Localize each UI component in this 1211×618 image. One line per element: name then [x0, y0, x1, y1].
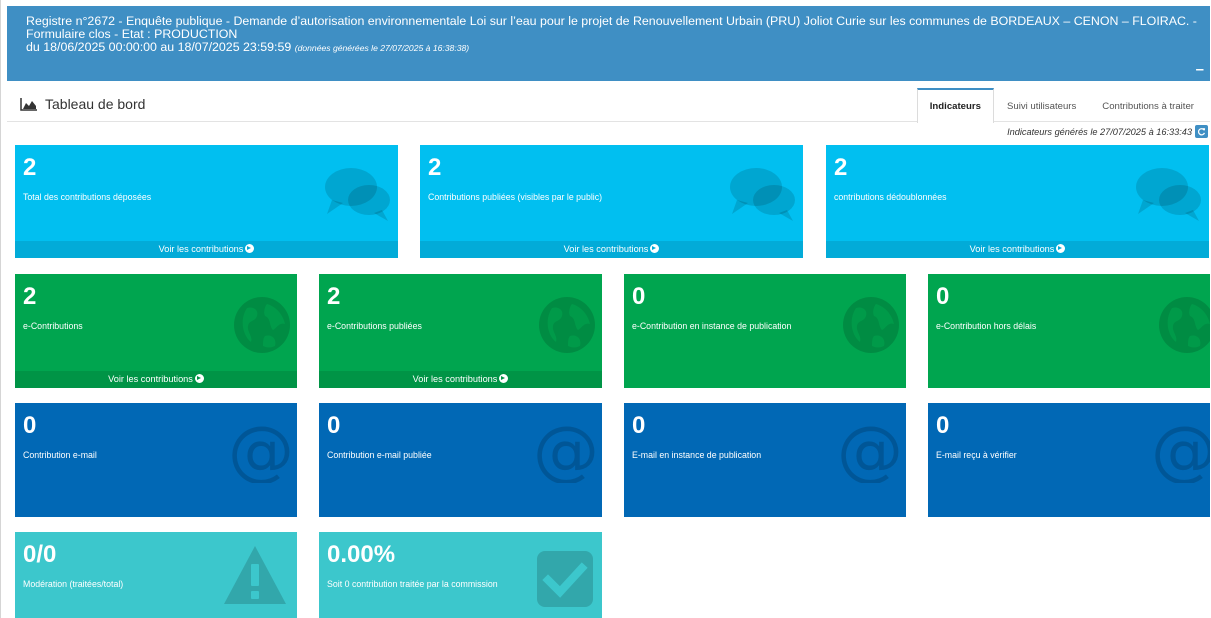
tab-indicateurs[interactable]: Indicateurs: [916, 88, 994, 123]
tile-value: 0: [936, 412, 950, 439]
tile-e-contributions-published: 2 e-Contributions publiées Voir les cont…: [319, 274, 602, 388]
tile-total-contributions: 2 Total des contributions déposées Voir …: [15, 145, 398, 258]
arrow-circle-right-icon: [245, 244, 255, 253]
refresh-button[interactable]: [1195, 125, 1208, 138]
dashboard-tabs: Indicateurs Suivi utilisateurs Contribut…: [916, 88, 1207, 123]
dashboard-toolbar: Tableau de bord Indicateurs Suivi utilis…: [7, 88, 1210, 123]
tile-label: e-Contribution hors délais: [936, 321, 1037, 331]
tile-label: e-Contributions: [23, 321, 83, 331]
tile-value: 0: [632, 412, 646, 439]
svg-text:@: @: [1154, 421, 1210, 483]
refresh-icon: [1197, 128, 1206, 136]
tile-label: Total des contributions déposées: [23, 192, 152, 202]
footer-label: Voir les contributions: [108, 374, 193, 384]
tile-value: 0/0: [23, 541, 57, 568]
arrow-circle-right-icon: [194, 374, 204, 383]
tile-email-to-check: 0 E-mail reçu à vérifier @: [928, 403, 1210, 517]
registry-period-line: du 18/06/2025 00:00:00 au 18/07/2025 23:…: [26, 41, 1196, 55]
tile-label: e-Contribution en instance de publicatio…: [632, 321, 792, 331]
at-icon: @: [536, 421, 596, 483]
tile-label: Contribution e-mail publiée: [327, 450, 432, 460]
area-chart-icon: [20, 97, 37, 111]
tab-contributions-a-traiter[interactable]: Contributions à traiter: [1089, 88, 1207, 122]
tile-value: 2: [428, 154, 442, 181]
tile-value: 2: [327, 283, 341, 310]
comments-icon: [325, 168, 390, 221]
comments-icon: [1136, 168, 1201, 221]
tab-suivi-utilisateurs[interactable]: Suivi utilisateurs: [994, 88, 1089, 122]
tile-value: 0: [632, 283, 646, 310]
tile-value: 0.00%: [327, 541, 396, 568]
view-contributions-link[interactable]: Voir les contributions: [15, 241, 398, 258]
tile-value: 2: [23, 283, 37, 310]
registry-status: Formulaire clos - Etat : PRODUCTION: [26, 26, 238, 41]
view-contributions-link[interactable]: Voir les contributions: [420, 241, 803, 258]
tile-label: Contribution e-mail: [23, 450, 97, 460]
tile-e-contributions-pending: 0 e-Contribution en instance de publicat…: [624, 274, 906, 388]
tile-commission: 0.00% Soit 0 contribution traitée par la…: [319, 532, 602, 618]
warning-icon: [224, 546, 286, 604]
tile-moderation: 0/0 Modération (traitées/total): [15, 532, 297, 618]
indicators-generated-line: Indicateurs générés le 27/07/2025 à 16:3…: [1007, 125, 1208, 138]
registry-title: Registre n°2672 - Enquête publique - Dem…: [26, 14, 1197, 28]
svg-text:@: @: [231, 421, 291, 483]
tile-value: 2: [23, 154, 37, 181]
tile-value: 0: [936, 283, 950, 310]
view-contributions-link[interactable]: Voir les contributions: [826, 241, 1209, 258]
footer-label: Voir les contributions: [969, 244, 1055, 254]
tile-email-pending: 0 E-mail en instance de publication @: [624, 403, 906, 517]
tile-label: Contributions publiées (visibles par le …: [428, 192, 603, 202]
at-icon: @: [1154, 421, 1210, 483]
footer-label: Voir les contributions: [158, 244, 244, 254]
arrow-circle-right-icon: [650, 244, 660, 253]
dashboard-title-text: Tableau de bord: [45, 96, 146, 112]
tile-e-contributions-late: 0 e-Contribution hors délais: [928, 274, 1210, 388]
at-icon: @: [840, 421, 900, 483]
arrow-circle-right-icon: [499, 374, 509, 383]
globe-icon: [843, 297, 899, 353]
view-contributions-link[interactable]: Voir les contributions: [15, 371, 297, 388]
tile-value: 0: [327, 412, 341, 439]
tile-label: E-mail en instance de publication: [632, 450, 762, 460]
tile-label: Modération (traitées/total): [23, 579, 124, 589]
tile-label: contributions dédoublonnées: [834, 192, 947, 202]
view-contributions-link[interactable]: Voir les contributions: [319, 371, 602, 388]
svg-text:@: @: [840, 421, 900, 483]
arrow-circle-right-icon: [1056, 244, 1066, 253]
svg-text:@: @: [536, 421, 596, 483]
tile-value: 0: [23, 412, 37, 439]
indicators-generated-text: Indicateurs générés le 27/07/2025 à 16:3…: [1007, 126, 1192, 137]
tile-e-contributions: 2 e-Contributions Voir les contributions: [15, 274, 297, 388]
tile-label: e-Contributions publiées: [327, 321, 422, 331]
footer-label: Voir les contributions: [563, 244, 649, 254]
collapse-button[interactable]: –: [1196, 62, 1204, 77]
dashboard-title: Tableau de bord: [20, 96, 145, 112]
globe-icon: [539, 297, 595, 353]
check-square-icon: [537, 551, 593, 607]
tile-value: 2: [834, 154, 848, 181]
at-icon: @: [231, 421, 291, 483]
page: Registre n°2672 - Enquête publique - Dem…: [0, 0, 1211, 618]
registry-generated-note: (données générées le 27/07/2025 à 16:38:…: [294, 43, 470, 53]
globe-icon: [1159, 297, 1210, 353]
tile-label: Soit 0 contribution traitée par la commi…: [327, 579, 498, 589]
registry-period: du 18/06/2025 00:00:00 au 18/07/2025 23:…: [26, 40, 292, 54]
registry-header: Registre n°2672 - Enquête publique - Dem…: [7, 6, 1210, 81]
tile-email-published: 0 Contribution e-mail publiée @: [319, 403, 602, 517]
comments-icon: [730, 168, 795, 221]
tile-email-contributions: 0 Contribution e-mail @: [15, 403, 297, 517]
footer-label: Voir les contributions: [412, 374, 498, 384]
tile-label: E-mail reçu à vérifier: [936, 450, 1017, 460]
globe-icon: [234, 297, 290, 353]
tile-published-contributions: 2 Contributions publiées (visibles par l…: [420, 145, 803, 258]
tile-deduplicated-contributions: 2 contributions dédoublonnées Voir les c…: [826, 145, 1209, 258]
